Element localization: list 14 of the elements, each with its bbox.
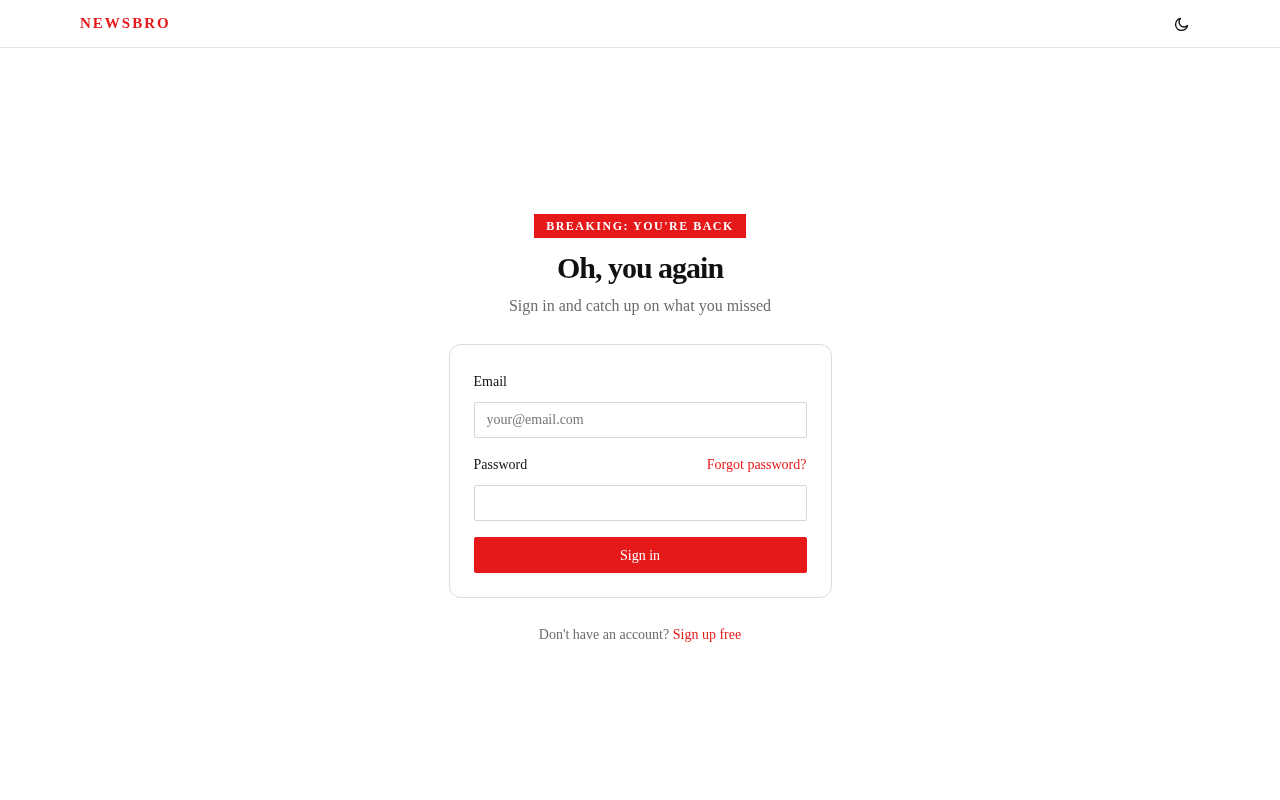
email-field[interactable]: your@email.com [473,402,807,438]
moon-icon [1174,15,1190,32]
signup-prompt: Don't have an account? Sign up free [538,626,742,644]
sign-up-link[interactable]: Sign up free [672,627,742,642]
theme-toggle-button[interactable] [1174,15,1190,32]
forgot-password-link[interactable]: Forgot password? [706,454,807,475]
sign-in-button[interactable]: Sign in [473,537,807,573]
password-label: Password [473,456,528,474]
password-field[interactable] [473,485,807,521]
email-label: Email [473,373,507,391]
page-heading: Oh, you again [556,250,724,286]
breaking-banner: BREAKING: YOU'RE BACK [534,214,746,238]
brand-logo[interactable]: NEWSBRO [80,12,171,35]
subtitle-text: Sign in and catch up on what you missed [508,296,772,317]
